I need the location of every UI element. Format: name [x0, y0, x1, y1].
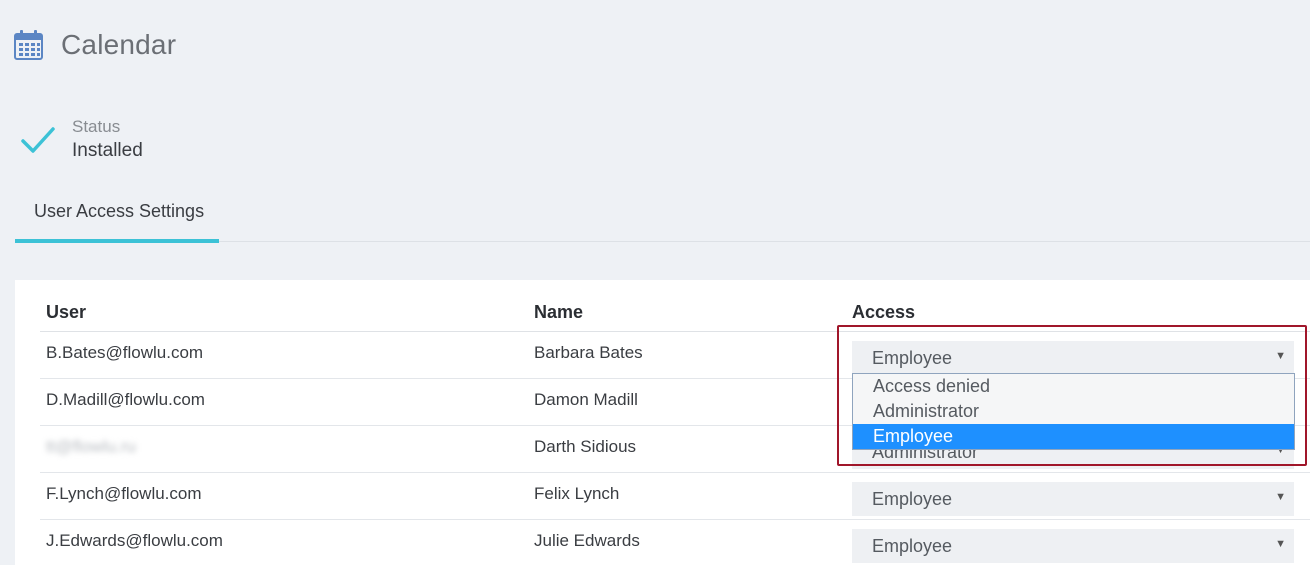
user-name: Damon Madill: [534, 390, 638, 409]
chevron-down-icon: ▼: [1275, 350, 1286, 362]
user-email: D.Madill@flowlu.com: [46, 390, 205, 409]
column-header-access: Access: [852, 302, 916, 322]
access-select-value: Employee: [872, 536, 953, 556]
table-row: F.Lynch@flowlu.com Felix Lynch Employee …: [40, 473, 1310, 520]
user-email: F.Lynch@flowlu.com: [46, 484, 202, 503]
calendar-icon: [14, 30, 43, 60]
install-status: Status Installed: [20, 116, 143, 164]
option-employee[interactable]: Employee: [853, 424, 1294, 449]
user-name: Julie Edwards: [534, 531, 640, 550]
status-value: Installed: [72, 140, 143, 161]
table-row: B.Bates@flowlu.com Barbara Bates Employe…: [40, 332, 1310, 379]
tab-label: User Access Settings: [34, 201, 205, 221]
page-title: Calendar: [61, 29, 177, 60]
option-access-denied[interactable]: Access denied: [853, 374, 1294, 399]
access-select[interactable]: Employee ▼: [852, 482, 1294, 516]
check-icon: [21, 127, 55, 153]
column-header-user: User: [46, 302, 87, 322]
access-select-value: Employee: [872, 348, 953, 368]
user-email: B.Bates@flowlu.com: [46, 343, 204, 362]
access-select[interactable]: Employee ▼: [852, 341, 1294, 375]
column-header-name: Name: [534, 302, 584, 322]
option-administrator[interactable]: Administrator: [853, 399, 1294, 424]
user-name: Barbara Bates: [534, 343, 643, 362]
tab-bar: User Access Settings: [15, 196, 1310, 243]
access-select-value: Employee: [872, 489, 953, 509]
user-email-redacted: tt@flowlu.ru: [46, 437, 137, 456]
page-header: Calendar: [14, 26, 176, 64]
access-select[interactable]: Employee ▼: [852, 529, 1294, 563]
user-email: J.Edwards@flowlu.com: [46, 531, 223, 550]
tab-user-access-settings[interactable]: User Access Settings: [15, 196, 219, 243]
status-label: Status: [72, 117, 121, 136]
chevron-down-icon: ▼: [1275, 538, 1286, 550]
table-row: J.Edwards@flowlu.com Julie Edwards Emplo…: [40, 520, 1310, 565]
access-dropdown-list: Access denied Administrator Employee: [852, 373, 1295, 450]
user-name: Darth Sidious: [534, 437, 637, 456]
active-tab-indicator: [15, 239, 219, 243]
user-name: Felix Lynch: [534, 484, 620, 503]
chevron-down-icon: ▼: [1275, 491, 1286, 503]
